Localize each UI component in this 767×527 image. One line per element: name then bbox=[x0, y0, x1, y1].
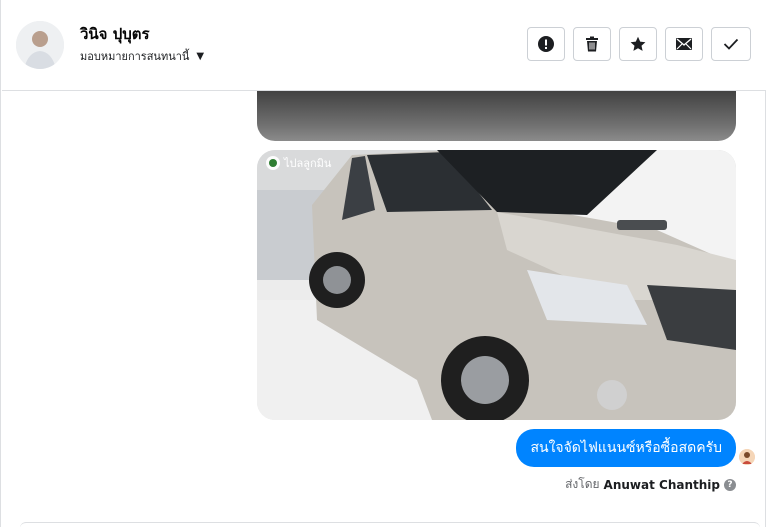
check-icon bbox=[723, 38, 739, 50]
composer-box[interactable] bbox=[20, 522, 760, 527]
star-icon bbox=[630, 36, 646, 51]
conversation-header: วินิจ ปุบุตร มอบหมายการสนทนานี้ ▼ bbox=[2, 0, 766, 91]
mark-unread-button[interactable] bbox=[665, 27, 703, 61]
caret-down-icon: ▼ bbox=[196, 50, 205, 62]
help-icon[interactable]: ? bbox=[724, 478, 736, 491]
previous-image-attachment[interactable] bbox=[257, 91, 736, 141]
sent-by-prefix: ส่งโดย bbox=[565, 477, 600, 491]
report-spam-button[interactable] bbox=[527, 27, 565, 61]
mark-done-button[interactable] bbox=[711, 27, 751, 61]
assign-label: มอบหมายการสนทนานี้ bbox=[80, 50, 190, 63]
car-photo-attachment[interactable]: ไปลลูกมิน bbox=[257, 150, 736, 420]
star-button[interactable] bbox=[619, 27, 657, 61]
exclamation-circle-icon bbox=[538, 36, 554, 52]
conversation-actions bbox=[527, 27, 751, 61]
delete-button[interactable] bbox=[573, 27, 611, 61]
contact-name[interactable]: วินิจ ปุบุตร bbox=[80, 22, 150, 46]
car-photo: ไปลลูกมิน bbox=[257, 150, 736, 420]
message-thread[interactable]: ไปลลูกมิน สนใจจัดไฟแนนซ์หรือซื้อสดครับ ส… bbox=[2, 91, 766, 527]
sender-avatar-image bbox=[739, 449, 755, 465]
image-watermark: ไปลลูกมิน bbox=[283, 157, 332, 170]
envelope-icon bbox=[676, 38, 692, 50]
sent-by-info: ส่งโดย Anuwat Chanthip ? bbox=[565, 475, 736, 494]
avatar-photo bbox=[16, 21, 64, 69]
assign-conversation-dropdown[interactable]: มอบหมายการสนทนานี้ ▼ bbox=[80, 47, 204, 65]
sender-avatar bbox=[739, 449, 755, 465]
trash-icon bbox=[586, 36, 598, 52]
contact-avatar[interactable] bbox=[16, 21, 64, 69]
conversation-panel: วินิจ ปุบุตร มอบหมายการสนทนานี้ ▼ ไปลลูก… bbox=[0, 0, 766, 527]
message-bubble[interactable]: สนใจจัดไฟแนนซ์หรือซื้อสดครับ bbox=[516, 429, 736, 467]
sender-name: Anuwat Chanthip bbox=[603, 477, 720, 492]
